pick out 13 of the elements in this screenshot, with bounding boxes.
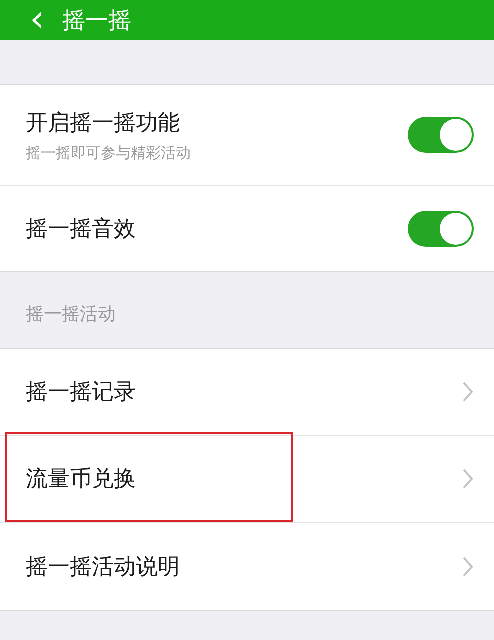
menu-item[interactable]: 流量币兑换 [0,436,494,523]
chevron-icon [462,381,474,403]
chevron-icon [462,468,474,490]
setting-label: 开启摇一摇功能 [26,110,181,138]
chevron-icon [462,556,474,578]
setting-description: 摇一摇即可参与精彩活动 [26,144,191,162]
screen-title: 摇一摇 [62,6,132,36]
toggle-switch[interactable] [408,117,474,153]
toggle-switch[interactable] [408,210,474,246]
menu-item[interactable]: 摇一摇活动说明 [0,523,494,610]
setting-label: 摇一摇音效 [26,216,136,244]
section-header: 摇一摇活动 [26,303,116,326]
menu-item[interactable]: 摇一摇记录 [0,349,494,436]
